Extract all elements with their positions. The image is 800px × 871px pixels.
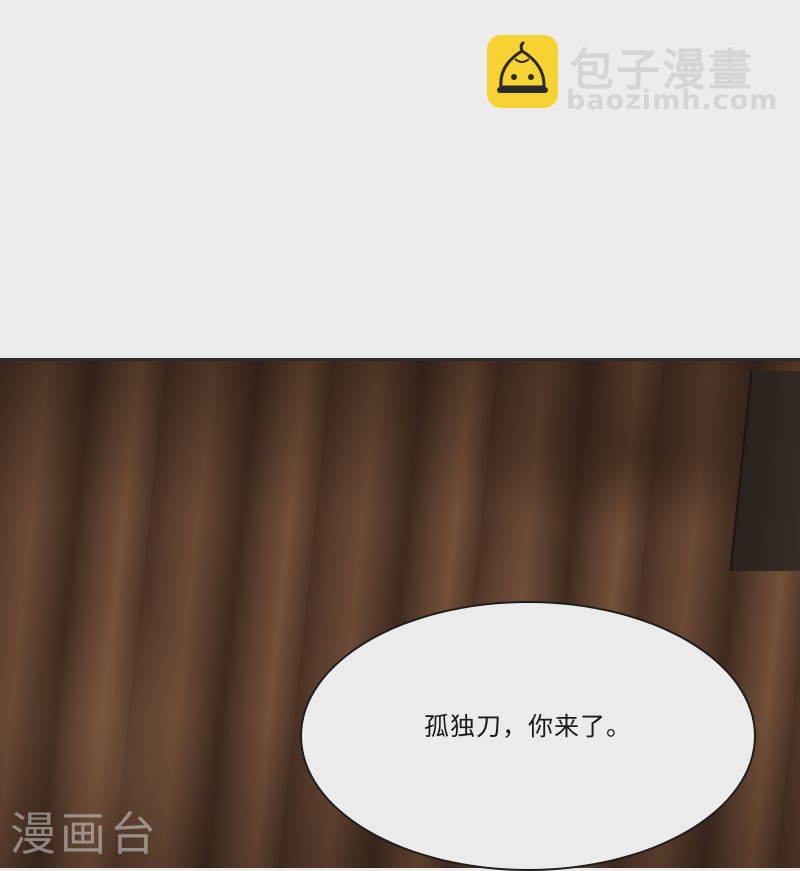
- baozi-logo-icon: [487, 35, 558, 108]
- speech-bubble-text: 孤独刀，你来了。: [423, 712, 632, 741]
- watermark: 漫画台: [10, 807, 160, 861]
- brand-url: baozimh.com: [566, 85, 779, 116]
